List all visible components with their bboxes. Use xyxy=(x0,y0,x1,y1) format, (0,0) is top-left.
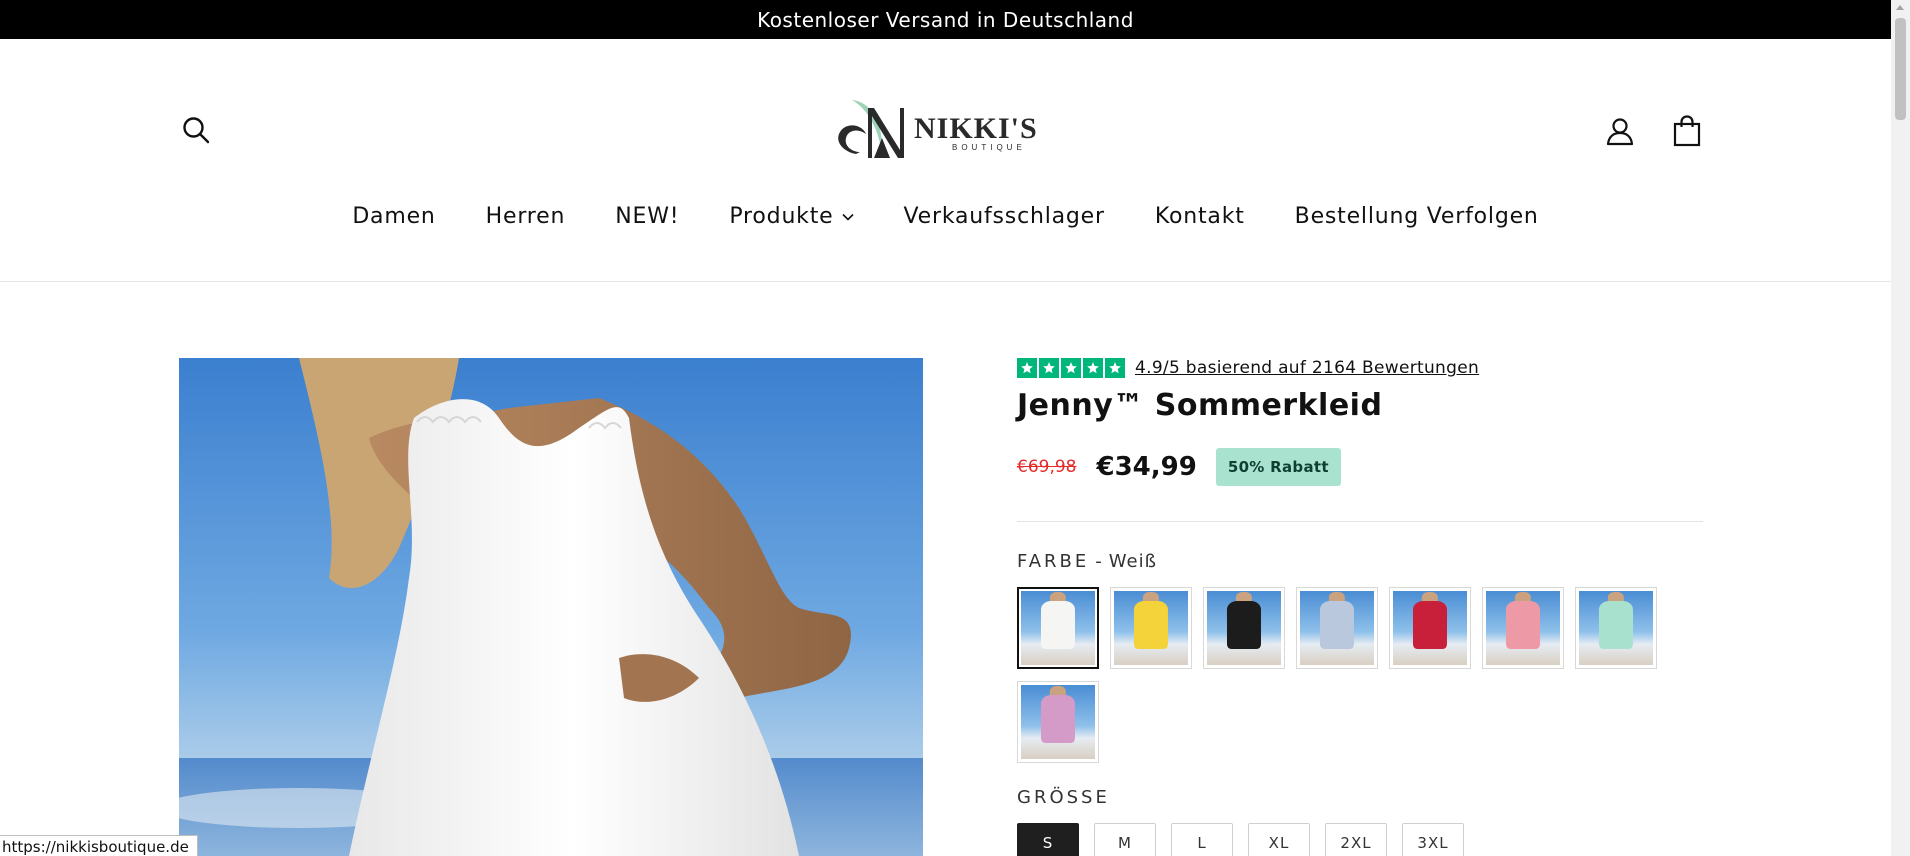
cart-button[interactable] xyxy=(1668,111,1706,151)
main-nav: Damen Herren NEW! Produkte Verkaufsschla… xyxy=(0,204,1891,229)
account-icon xyxy=(1606,118,1634,146)
color-label-text: FARBE xyxy=(1017,551,1090,572)
color-swatch-lilac[interactable] xyxy=(1017,681,1099,763)
store-logo[interactable]: NIKKI'S BOUTIQUE xyxy=(822,94,1062,166)
announcement-text: Kostenloser Versand in Deutschland xyxy=(757,7,1134,32)
header-divider xyxy=(0,281,1891,282)
swatch-dress xyxy=(1598,601,1634,649)
size-option-l[interactable]: L xyxy=(1171,823,1233,856)
swatch-dress xyxy=(1505,601,1541,649)
swatch-thumbnail xyxy=(1300,591,1374,665)
swatch-dress xyxy=(1226,601,1262,649)
nav-item-damen[interactable]: Damen xyxy=(352,204,435,229)
size-option-s[interactable]: S xyxy=(1017,823,1079,856)
swatch-thumbnail xyxy=(1393,591,1467,665)
star-rating xyxy=(1017,358,1125,378)
announcement-bar: Kostenloser Versand in Deutschland xyxy=(0,0,1891,39)
size-option-label: GRÖSSE xyxy=(1017,787,1110,808)
nav-item-label: NEW! xyxy=(615,204,680,229)
price-divider xyxy=(1017,521,1703,522)
swatch-thumbnail xyxy=(1486,591,1560,665)
sale-price: €34,99 xyxy=(1096,452,1197,482)
status-bar-url: https://nikkisboutique.de xyxy=(0,835,198,856)
swatch-thumbnail xyxy=(1021,685,1095,759)
color-label-separator: - xyxy=(1095,551,1103,572)
size-option-m[interactable]: M xyxy=(1094,823,1156,856)
swatch-dress xyxy=(1040,695,1076,743)
account-button[interactable] xyxy=(1601,112,1639,150)
swatch-thumbnail xyxy=(1579,591,1653,665)
color-swatch-pink[interactable] xyxy=(1482,587,1564,669)
size-option-3xl[interactable]: 3XL xyxy=(1402,823,1464,856)
star-icon xyxy=(1017,358,1037,378)
scrollbar[interactable] xyxy=(1891,0,1910,856)
star-icon xyxy=(1061,358,1081,378)
size-label-text: GRÖSSE xyxy=(1017,787,1110,808)
nav-item-new[interactable]: NEW! xyxy=(615,204,679,229)
nav-item-label: Produkte xyxy=(729,204,834,229)
swatch-dress xyxy=(1412,601,1448,649)
swatch-dress xyxy=(1133,601,1169,649)
nav-item-kontakt[interactable]: Kontakt xyxy=(1155,204,1245,229)
search-button[interactable] xyxy=(178,112,214,148)
size-option-2xl[interactable]: 2XL xyxy=(1325,823,1387,856)
chevron-down-icon xyxy=(841,213,854,221)
discount-badge: 50% Rabatt xyxy=(1215,448,1341,486)
star-icon xyxy=(1083,358,1103,378)
color-swatch-mint[interactable] xyxy=(1575,587,1657,669)
nav-item-label: Verkaufsschlager xyxy=(903,204,1105,229)
color-option-label: FARBE - Weiß xyxy=(1017,551,1157,572)
search-icon xyxy=(183,117,210,144)
product-main-image[interactable] xyxy=(179,358,923,856)
swatch-dress xyxy=(1040,601,1076,649)
star-icon xyxy=(1039,358,1059,378)
nav-item-label: Damen xyxy=(352,204,436,229)
nav-item-bestellung-verfolgen[interactable]: Bestellung Verfolgen xyxy=(1295,204,1539,229)
scroll-up-icon[interactable] xyxy=(1896,5,1904,10)
nav-item-label: Kontakt xyxy=(1154,204,1245,229)
price-row: €69,98 €34,99 50% Rabatt xyxy=(1017,448,1341,486)
logo-subtext: BOUTIQUE xyxy=(952,143,1026,152)
swatch-dress xyxy=(1319,601,1355,649)
star-icon xyxy=(1105,358,1125,378)
rating-summary: 4.9/5 basierend auf 2164 Bewertungen xyxy=(1017,358,1479,378)
size-options: S M L XL 2XL 3XL xyxy=(1017,823,1464,856)
selected-color-value: Weiß xyxy=(1108,551,1157,572)
color-swatch-red[interactable] xyxy=(1389,587,1471,669)
color-swatches xyxy=(1017,587,1737,763)
color-swatch-white[interactable] xyxy=(1017,587,1099,669)
page: Kostenloser Versand in Deutschland NIKKI… xyxy=(0,0,1910,856)
swatch-thumbnail xyxy=(1207,591,1281,665)
size-option-xl[interactable]: XL xyxy=(1248,823,1310,856)
swatch-thumbnail xyxy=(1114,591,1188,665)
logo-text: NIKKI'S xyxy=(914,112,1038,145)
swatch-thumbnail xyxy=(1021,591,1095,665)
color-swatch-light-blue[interactable] xyxy=(1296,587,1378,669)
cart-icon xyxy=(1673,115,1701,147)
product-title: Jenny™ Sommerkleid xyxy=(1017,388,1383,423)
nav-item-produkte[interactable]: Produkte xyxy=(729,204,854,229)
nav-item-verkaufsschlager[interactable]: Verkaufsschlager xyxy=(904,204,1105,229)
color-swatch-black[interactable] xyxy=(1203,587,1285,669)
reviews-link[interactable]: 4.9/5 basierend auf 2164 Bewertungen xyxy=(1135,358,1479,378)
nav-item-label: Bestellung Verfolgen xyxy=(1294,204,1539,229)
scroll-thumb[interactable] xyxy=(1895,18,1906,120)
color-swatch-yellow[interactable] xyxy=(1110,587,1192,669)
nav-item-label: Herren xyxy=(485,204,566,229)
original-price: €69,98 xyxy=(1017,457,1077,477)
nav-item-herren[interactable]: Herren xyxy=(486,204,566,229)
